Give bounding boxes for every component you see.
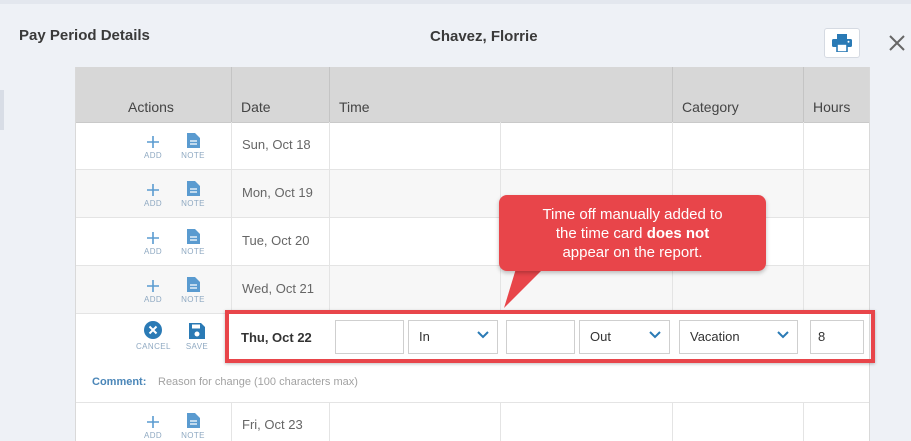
close-icon xyxy=(889,35,905,51)
add-button[interactable]: ADD xyxy=(136,410,170,440)
actions-cell: ADD NOTE xyxy=(76,266,232,313)
plus-icon xyxy=(147,416,159,428)
time-out-cell xyxy=(501,122,673,169)
table-row: ADD NOTE Fri, Oct 23 xyxy=(76,402,869,441)
callout-line-2-bold: does not xyxy=(646,225,710,242)
header-hours: Hours xyxy=(804,67,869,122)
note-label: NOTE xyxy=(181,431,205,440)
note-button[interactable]: NOTE xyxy=(176,410,210,440)
header-time-label: Time xyxy=(339,99,370,115)
time-in-cell xyxy=(330,218,501,265)
comment-label: Comment: xyxy=(92,376,147,388)
callout-line-2: the time card does not xyxy=(499,224,766,243)
comment-input[interactable]: Reason for change (100 characters max) xyxy=(158,376,358,388)
row-date: Fri, Oct 23 xyxy=(242,417,303,432)
employee-name: Chavez, Florrie xyxy=(430,28,538,45)
row-date: Mon, Oct 19 xyxy=(242,185,313,200)
header-date-label: Date xyxy=(241,99,271,115)
add-label: ADD xyxy=(143,295,163,304)
note-label: NOTE xyxy=(181,295,205,304)
add-label: ADD xyxy=(143,247,163,256)
category-cell xyxy=(673,122,804,169)
save-label: SAVE xyxy=(185,342,209,351)
category-cell xyxy=(673,266,804,313)
header-category-label: Category xyxy=(682,99,739,115)
callout-line-1: Time off manually added to xyxy=(542,206,723,223)
add-label: ADD xyxy=(143,151,163,160)
row-date: Tue, Oct 20 xyxy=(242,233,310,248)
note-icon xyxy=(186,229,200,244)
note-button[interactable]: NOTE xyxy=(176,178,210,208)
pay-period-modal: Pay Period Details Chavez, Florrie Actio… xyxy=(0,0,911,441)
actions-cell: ADD NOTE xyxy=(76,402,232,441)
header-actions: Actions xyxy=(76,67,232,122)
comment-row: Comment: Reason for change (100 characte… xyxy=(76,362,869,403)
time-in-cell xyxy=(330,402,501,441)
note-label: NOTE xyxy=(181,151,205,160)
plus-icon xyxy=(147,136,159,148)
actions-cell: ADD NOTE xyxy=(76,170,232,217)
note-button[interactable]: NOTE xyxy=(176,130,210,160)
table-header: Actions Date Time Category Hours xyxy=(76,67,869,123)
note-icon xyxy=(186,133,200,148)
note-icon xyxy=(186,181,200,196)
add-label: ADD xyxy=(143,199,163,208)
add-button[interactable]: ADD xyxy=(136,130,170,160)
date-cell: Wed, Oct 21 xyxy=(232,266,330,313)
row-date: Sun, Oct 18 xyxy=(242,137,311,152)
time-in-cell xyxy=(330,266,501,313)
modal-left-edge xyxy=(0,90,4,130)
annotation-callout: Time off manually added to the time card… xyxy=(499,195,766,271)
close-button[interactable] xyxy=(886,31,908,55)
note-icon xyxy=(186,277,200,292)
note-icon xyxy=(186,413,200,428)
date-cell: Sun, Oct 18 xyxy=(232,122,330,169)
modal-title: Pay Period Details xyxy=(19,27,150,44)
printer-icon xyxy=(832,34,852,52)
header-time: Time xyxy=(330,67,673,122)
actions-cell: ADD NOTE xyxy=(76,122,232,169)
date-cell: Mon, Oct 19 xyxy=(232,170,330,217)
note-button[interactable]: NOTE xyxy=(176,274,210,304)
note-label: NOTE xyxy=(181,247,205,256)
cancel-button[interactable]: CANCEL xyxy=(136,321,170,351)
note-button[interactable]: NOTE xyxy=(176,226,210,256)
cancel-icon xyxy=(144,321,162,339)
print-button[interactable] xyxy=(824,28,860,58)
category-cell xyxy=(673,402,804,441)
cancel-label: CANCEL xyxy=(136,342,171,351)
add-button[interactable]: ADD xyxy=(136,274,170,304)
plus-icon xyxy=(147,280,159,292)
header-actions-label: Actions xyxy=(128,99,174,115)
header-hours-label: Hours xyxy=(813,99,851,115)
time-in-cell xyxy=(330,170,501,217)
plus-icon xyxy=(147,232,159,244)
table-row: ADD NOTE Wed, Oct 21 xyxy=(76,266,869,314)
callout-line-3: appear on the report. xyxy=(562,244,703,261)
time-out-cell xyxy=(501,402,673,441)
row-date: Wed, Oct 21 xyxy=(242,281,315,296)
modal-top-border xyxy=(0,0,911,4)
header-category: Category xyxy=(673,67,804,122)
table-row: ADD NOTE Sun, Oct 18 xyxy=(76,122,869,170)
add-button[interactable]: ADD xyxy=(136,178,170,208)
date-cell: Fri, Oct 23 xyxy=(232,402,330,441)
date-cell: Tue, Oct 20 xyxy=(232,218,330,265)
add-button[interactable]: ADD xyxy=(136,226,170,256)
save-icon xyxy=(189,323,205,339)
actions-cell: ADD NOTE xyxy=(76,218,232,265)
header-date: Date xyxy=(232,67,330,122)
time-in-cell xyxy=(330,122,501,169)
save-button[interactable]: SAVE xyxy=(180,321,214,351)
highlight-box xyxy=(225,310,875,363)
callout-line-2-text: the time card xyxy=(555,225,647,242)
add-label: ADD xyxy=(143,431,163,440)
note-label: NOTE xyxy=(181,199,205,208)
plus-icon xyxy=(147,184,159,196)
